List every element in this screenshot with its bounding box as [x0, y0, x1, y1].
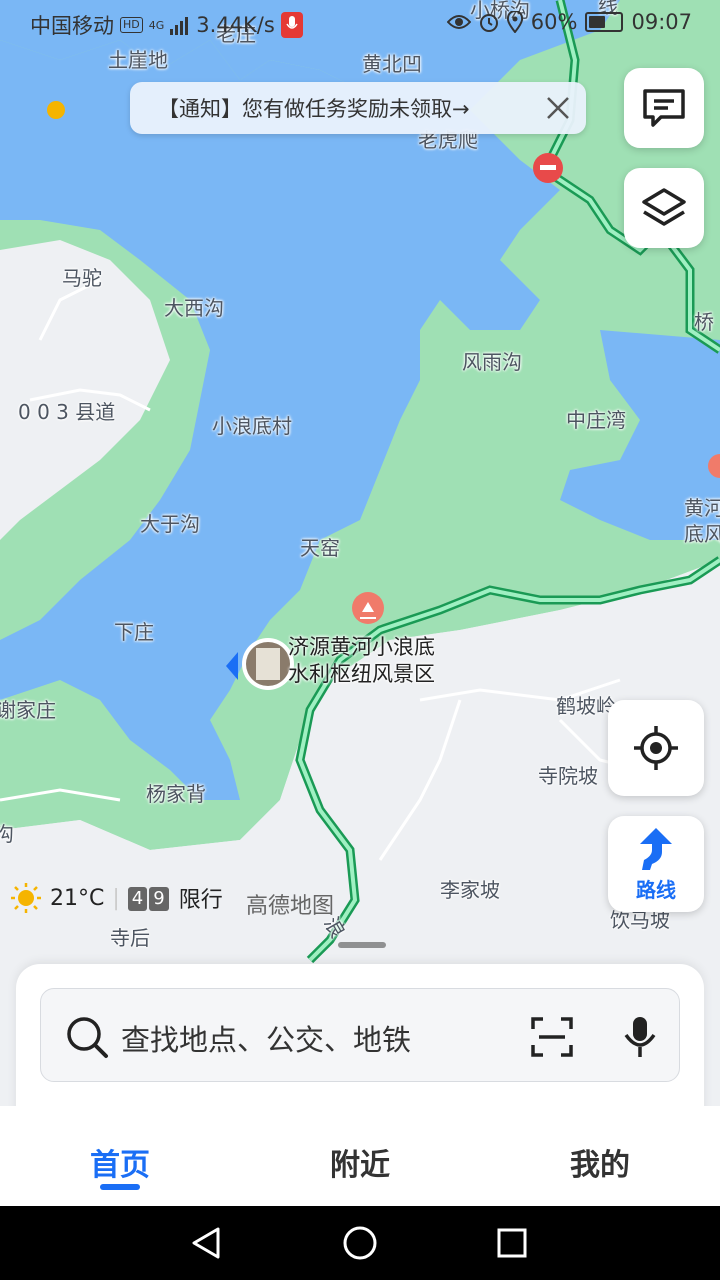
- map-label: 下庄: [114, 620, 154, 644]
- bottom-tab-bar: 首页 附近 我的: [0, 1106, 720, 1206]
- system-nav-bar: [0, 1206, 720, 1280]
- mic-icon: [280, 12, 303, 38]
- locate-button[interactable]: [608, 700, 704, 796]
- layers-icon: [642, 188, 686, 226]
- map-label: 天窑: [300, 536, 340, 560]
- route-button[interactable]: 路线: [608, 816, 704, 912]
- map-label: 中庄湾: [566, 408, 626, 432]
- map-label: 杨家背: [146, 782, 206, 806]
- map-label: 马驼: [62, 266, 102, 290]
- tab-mine[interactable]: 我的: [570, 1140, 630, 1184]
- divider: |: [112, 885, 120, 911]
- map-label: 谢家庄: [0, 698, 56, 722]
- battery-percent: 60%: [530, 10, 578, 34]
- map-label: 大于沟: [140, 512, 200, 536]
- map-label: 风雨沟: [462, 350, 522, 374]
- sheet-handle[interactable]: [338, 942, 386, 948]
- map-label: 桥: [694, 310, 714, 334]
- layers-button[interactable]: [624, 168, 704, 248]
- notice-text: 【通知】您有做任务奖励未领取→: [158, 97, 470, 121]
- map-label: 黄河: [684, 496, 720, 520]
- alarm-icon: [479, 14, 498, 32]
- battery-icon: [585, 12, 624, 32]
- clock: 09:07: [631, 10, 692, 34]
- recents-icon[interactable]: [496, 1227, 528, 1259]
- no-entry-icon: [533, 153, 563, 183]
- close-icon[interactable]: [544, 94, 572, 122]
- map-watermark: 高德地图: [246, 894, 335, 919]
- task-notice-banner[interactable]: 【通知】您有做任务奖励未领取→: [130, 82, 586, 134]
- route-label: 路线: [636, 877, 676, 902]
- map-label: 黄北凹: [362, 52, 422, 76]
- scan-icon[interactable]: [531, 1017, 573, 1057]
- sun-icon: [11, 883, 41, 913]
- map-label: 沟: [0, 822, 14, 846]
- map-canvas[interactable]: [0, 0, 720, 1106]
- tab-home[interactable]: 首页: [90, 1140, 150, 1184]
- locate-icon: [634, 726, 678, 770]
- tab-nearby[interactable]: 附近: [330, 1140, 390, 1184]
- network-speed: 3.44K/s: [196, 13, 275, 37]
- search-box[interactable]: 查找地点、公交、地铁: [40, 988, 680, 1082]
- scenic-label[interactable]: 济源黄河小浪底 水利枢纽风景区: [288, 634, 435, 688]
- eye-icon: [446, 15, 471, 29]
- restriction-label: 限行: [178, 888, 223, 913]
- message-button[interactable]: [624, 68, 704, 148]
- map-label: 底风: [684, 522, 720, 546]
- search-placeholder: 查找地点、公交、地铁: [121, 1023, 412, 1057]
- map-label: 鹤坡岭: [556, 694, 616, 718]
- network-type: 4G: [148, 18, 165, 32]
- map-label: 寺院坡: [538, 764, 598, 788]
- hd-badge: HD: [120, 17, 143, 33]
- carrier-name: 中国移动: [30, 14, 114, 38]
- location-icon: [506, 11, 523, 33]
- map-label: 李家坡: [440, 878, 500, 902]
- signal-icon: [170, 17, 189, 35]
- sun-marker-icon: [47, 101, 65, 119]
- message-icon: [643, 89, 685, 127]
- map-label: 寺后: [110, 926, 150, 950]
- status-bar: 中国移动 HD 4G 3.44K/s 60% 09:07: [0, 0, 720, 50]
- weather-widget[interactable]: 21°C | 49 限行: [10, 882, 223, 914]
- poi-pin-icon[interactable]: [352, 592, 384, 624]
- search-sheet: 查找地点、公交、地铁: [16, 964, 704, 1124]
- voice-mic-icon[interactable]: [623, 1015, 657, 1059]
- temperature: 21°C: [50, 885, 105, 911]
- search-icon: [67, 1017, 108, 1058]
- map-label: 小浪底村: [212, 414, 292, 438]
- restriction-plate-1: 4: [127, 887, 148, 911]
- map-label: 大西沟: [164, 296, 224, 320]
- back-icon[interactable]: [190, 1226, 224, 1260]
- tab-active-indicator: [100, 1184, 140, 1190]
- route-arrow-icon: [640, 827, 672, 870]
- map-label: 0 0 3 县道: [18, 400, 116, 424]
- restriction-plate-2: 9: [149, 887, 169, 911]
- scenic-label-line2: 水利枢纽风景区: [288, 662, 435, 686]
- home-icon[interactable]: [342, 1225, 378, 1261]
- scenic-label-line1: 济源黄河小浪底: [288, 635, 435, 659]
